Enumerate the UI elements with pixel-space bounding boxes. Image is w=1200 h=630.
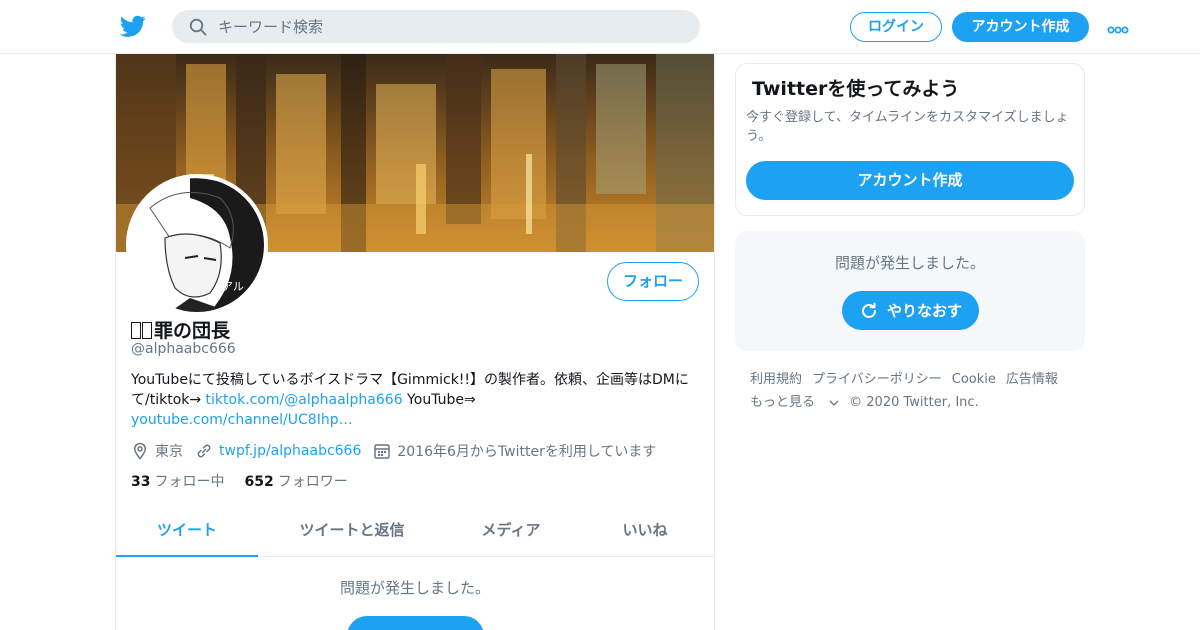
follow-button[interactable]: フォロー [607, 262, 699, 301]
profile-avatar[interactable]: アル [126, 174, 268, 316]
website-item: twpf.jp/alphaabc666 [195, 442, 361, 460]
bio-link-tiktok[interactable]: tiktok.com/@alphaalpha666 [206, 392, 403, 408]
bio-text: YouTube⇒ [402, 392, 476, 408]
calendar-icon [374, 444, 391, 459]
bio-link-youtube[interactable]: youtube.com/channel/UC8Ihp… [131, 412, 353, 428]
signup-card-description: 今すぐ登録して、タイムラインをカスタマイズしましょう。 [746, 110, 1069, 144]
profile-tabs: ツイート ツイートと返信 メディア いいね [116, 505, 714, 557]
footer-copyright: © 2020 Twitter, Inc. [849, 395, 979, 410]
display-name-text: 罪の団長 [154, 320, 231, 342]
following-count: 33 [131, 474, 151, 490]
signup-card: Twitterを使ってみよう 今すぐ登録して、タイムラインをカスタマイズしましょ… [735, 63, 1085, 216]
search-box[interactable] [172, 10, 700, 43]
followers-count: 652 [244, 474, 274, 490]
footer-more-text: もっと見る [750, 395, 816, 410]
twitter-bird-logo-icon[interactable] [119, 13, 146, 39]
followers-stat[interactable]: 652 フォロワー [244, 471, 347, 491]
top-navigation-bar: ログイン アカウント作成 [0, 0, 1200, 54]
profile-bio: YouTubeにて投稿しているボイスドラマ【Gimmick!!】の製作者。依頼、… [131, 370, 701, 430]
link-icon [197, 444, 211, 458]
location-text: 東京 [155, 444, 183, 460]
footer-link-ads[interactable]: 広告情報 [1006, 372, 1058, 387]
timeline-error-text: 問題が発生しました。 [339, 579, 490, 597]
location-item: 東京 [131, 441, 183, 461]
footer-link-terms[interactable]: 利用規約 [750, 372, 802, 387]
joined-text: 2016年6月からTwitterを利用しています [397, 444, 657, 460]
signup-card-title: Twitterを使ってみよう [752, 78, 960, 100]
svg-text:アル: アル [222, 280, 244, 293]
profile-display-name: 罪の団長 [131, 316, 230, 343]
joined-item: 2016年6月からTwitterを利用しています [373, 441, 656, 461]
footer-more-link[interactable]: もっと見る [750, 395, 839, 410]
following-label: フォロー中 [154, 474, 225, 490]
sidebar-error-card: 問題が発生しました。 やりなおす [735, 231, 1085, 351]
search-icon [189, 18, 207, 36]
retry-button[interactable]: やりなおす [842, 291, 979, 330]
profile-meta: 東京 twpf.jp/alphaabc666 2016年6月からTwitterを… [131, 440, 668, 462]
following-stat[interactable]: 33 フォロー中 [131, 471, 224, 491]
footer-link-privacy[interactable]: プライバシーポリシー [812, 372, 942, 387]
tab-likes[interactable]: いいね [576, 505, 714, 557]
timeline-retry-button[interactable] [347, 616, 484, 630]
profile-handle: @alphaabc666 [131, 341, 236, 357]
tab-media[interactable]: メディア [446, 505, 576, 557]
footer-link-cookie[interactable]: Cookie [952, 372, 996, 387]
followers-label: フォロワー [277, 474, 348, 490]
tab-tweets[interactable]: ツイート [116, 505, 258, 557]
tab-tweets-and-replies[interactable]: ツイートと返信 [258, 505, 446, 557]
more-options-icon[interactable] [1106, 21, 1130, 34]
profile-stats: 33 フォロー中 652 フォロワー [131, 471, 368, 491]
sidebar-signup-button[interactable]: アカウント作成 [746, 161, 1074, 200]
login-button[interactable]: ログイン [850, 12, 942, 42]
refresh-icon [862, 302, 876, 318]
search-input[interactable] [218, 10, 678, 43]
website-link[interactable]: twpf.jp/alphaabc666 [219, 443, 361, 459]
missing-glyph-icon [131, 322, 141, 339]
retry-label: やりなおす [886, 302, 962, 320]
sidebar-error-text: 問題が発生しました。 [834, 254, 985, 272]
missing-glyph-icon [142, 322, 152, 339]
signup-button[interactable]: アカウント作成 [952, 12, 1089, 42]
chevron-down-icon [829, 400, 839, 406]
sidebar-footer: 利用規約 プライバシーポリシー Cookie 広告情報 もっと見る © 2020 Tw… [750, 368, 1080, 414]
location-pin-icon [133, 442, 147, 460]
